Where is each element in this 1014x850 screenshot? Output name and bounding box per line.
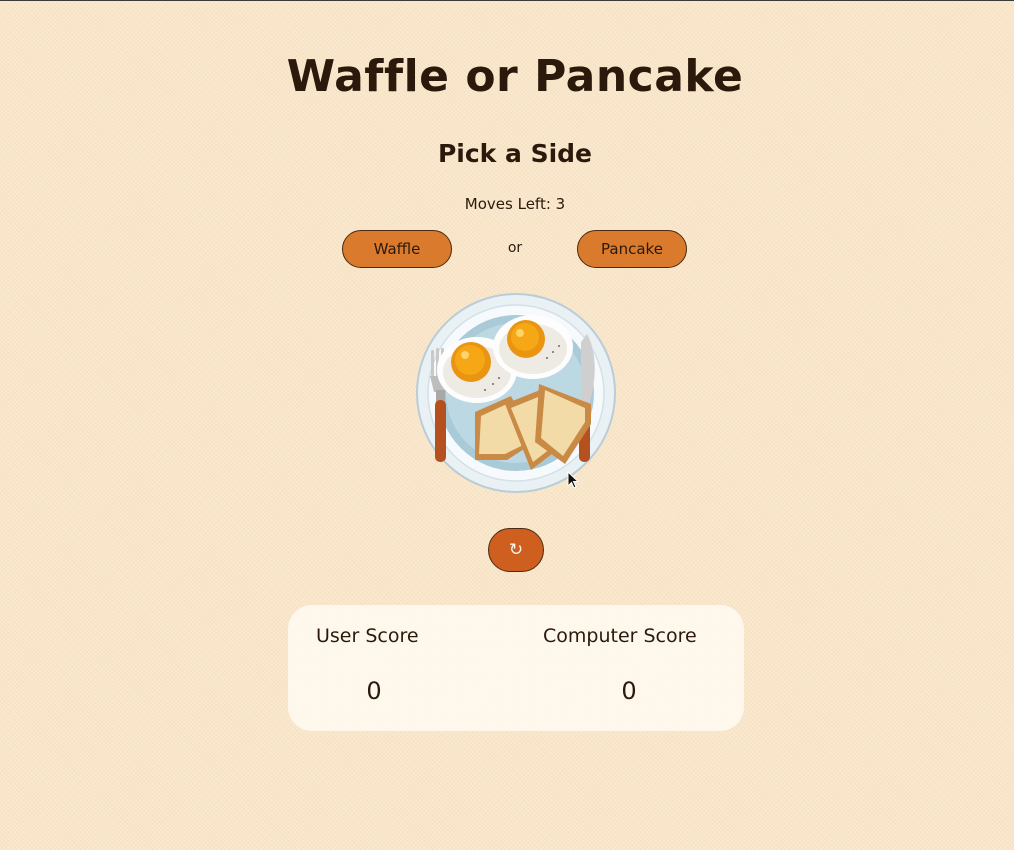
score-panel: User Score Computer Score 0 0 [288,605,744,731]
page-subtitle: Pick a Side [437,139,593,168]
reset-button[interactable]: ↻ [488,528,544,572]
refresh-icon: ↻ [508,540,524,560]
user-score-value: 0 [366,677,382,705]
mouse-cursor-icon [567,471,579,489]
page-title: Waffle or Pancake [286,51,744,102]
user-score-label: User Score [316,625,419,647]
moves-left-text: Moves Left: 3 [464,195,566,213]
plate-illustration-icon [416,293,616,493]
or-separator: or [507,240,523,256]
pancake-button[interactable]: Pancake [577,230,687,268]
breakfast-plate-image [415,292,617,494]
waffle-button[interactable]: Waffle [342,230,452,268]
computer-score-value: 0 [621,677,637,705]
computer-score-label: Computer Score [543,625,697,647]
